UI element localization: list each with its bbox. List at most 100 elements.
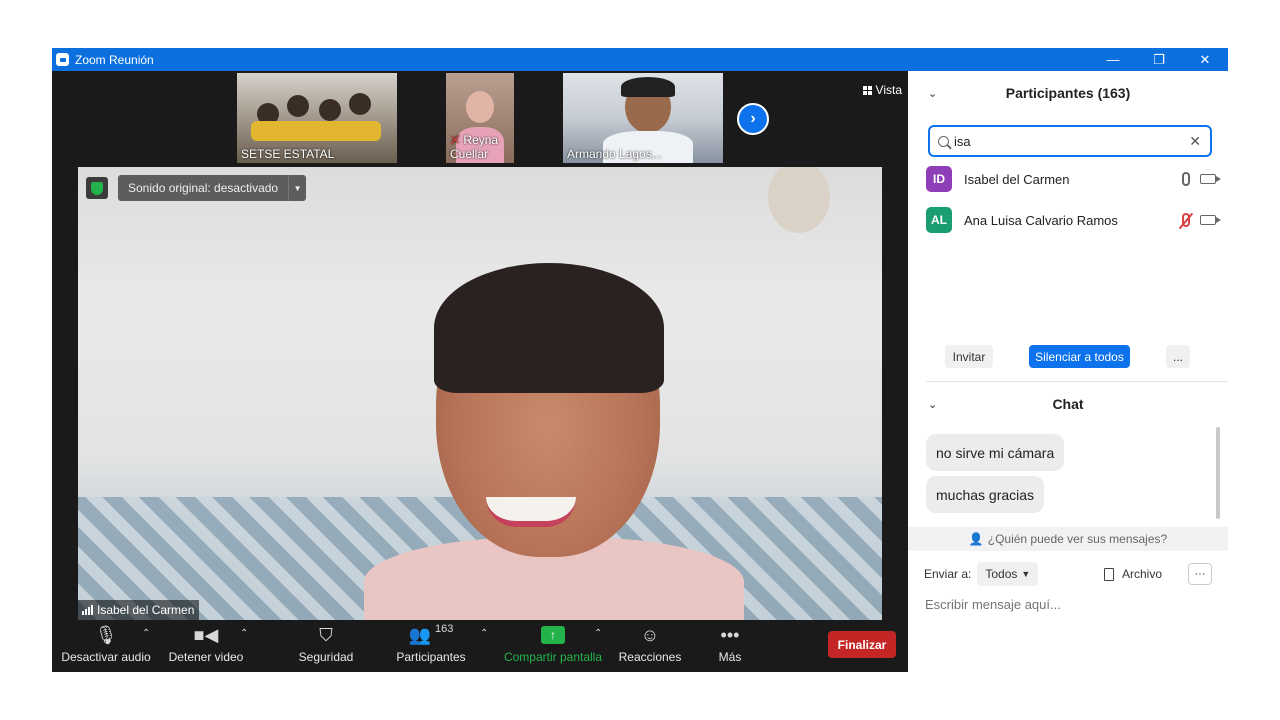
clear-search-icon[interactable]: ✕ — [1189, 133, 1201, 150]
chat-more-button[interactable]: ··· — [1188, 563, 1212, 585]
thumbnail-video[interactable]: ✕̸ Reyna Cuellar — [446, 73, 514, 163]
participant-search-input[interactable]: isa ✕ — [928, 125, 1212, 157]
next-page-button[interactable]: › — [737, 103, 769, 135]
share-options-caret[interactable]: ⌃ — [594, 628, 602, 639]
security-button[interactable]: ⛉ Seguridad — [296, 620, 356, 672]
recipient-select[interactable]: Todos ▼ — [977, 562, 1039, 586]
participant-row[interactable]: ID Isabel del Carmen — [926, 165, 1221, 193]
stop-video-label: Detener video — [168, 650, 244, 664]
thumbnail-video[interactable]: Armando Lagos... — [563, 73, 723, 163]
chevron-down-icon: ▼ — [1021, 569, 1031, 579]
send-to-label: Enviar a: — [924, 567, 972, 581]
shield-icon: ⛉ — [319, 624, 333, 645]
participant-row[interactable]: AL Ana Luisa Calvario Ramos — [926, 206, 1221, 234]
view-button[interactable]: Vista — [862, 83, 902, 97]
chevron-down-icon[interactable]: ⌄ — [928, 398, 937, 411]
participants-button[interactable]: 👥 163 Participantes — [394, 620, 468, 672]
speaker-name-tag: Isabel del Carmen — [78, 600, 200, 620]
restore-icon[interactable]: ❐ — [1136, 48, 1182, 71]
chat-message: muchas gracias — [926, 476, 1045, 513]
more-label: Más — [718, 650, 742, 664]
share-screen-icon: ↑ — [541, 626, 565, 644]
participants-title: Participantes (163) — [1005, 85, 1131, 101]
chevron-right-icon: › — [750, 110, 756, 127]
emoji-plus-icon: ☺ — [640, 624, 660, 645]
chevron-down-icon[interactable]: ▼ — [288, 175, 306, 201]
share-screen-button[interactable]: ↑ Compartir pantalla — [502, 620, 604, 672]
stop-video-button[interactable]: ■◀ Detener video — [168, 620, 244, 672]
thumbnail-name: Armando Lagos... — [567, 147, 662, 161]
reactions-label: Reacciones — [618, 650, 682, 664]
end-meeting-button[interactable]: Finalizar — [828, 631, 896, 658]
video-camera-icon: ■◀ — [193, 624, 219, 645]
speaker-name: Isabel del Carmen — [97, 603, 195, 617]
chat-message: no sirve mi cámara — [926, 434, 1065, 471]
mic-muted-icon: ✕̸ — [450, 133, 461, 147]
file-label: Archivo — [1122, 567, 1163, 581]
wall-decoration — [768, 167, 830, 233]
more-options-button[interactable]: ... — [1166, 345, 1190, 368]
more-button[interactable]: ••• Más — [712, 620, 748, 672]
file-button[interactable]: Archivo — [1104, 567, 1162, 581]
minimize-icon[interactable]: — — [1090, 48, 1136, 71]
send-to-row: Enviar a: Todos ▼ Archivo ··· — [924, 561, 1214, 587]
meeting-toolbar: 🎙 Desactivar audio ⌃ ■◀ Detener video ⌃ … — [52, 620, 908, 672]
participants-count: 163 — [435, 623, 454, 635]
search-value: isa — [954, 133, 971, 149]
encryption-icon[interactable] — [86, 177, 108, 199]
chat-message-input[interactable] — [925, 594, 1205, 614]
video-camera-icon[interactable] — [1200, 174, 1221, 184]
divider — [926, 381, 1228, 382]
thumbnail-strip: SETSE ESTATAL ✕̸ Reyna Cuellar Armando L… — [52, 73, 908, 163]
mute-audio-button[interactable]: 🎙 Desactivar audio — [61, 620, 151, 672]
recipient-value: Todos — [985, 567, 1018, 581]
video-camera-icon[interactable] — [1200, 215, 1221, 225]
thumbnail-name: SETSE ESTATAL — [241, 147, 335, 161]
document-icon — [1104, 567, 1114, 581]
share-screen-label: Compartir pantalla — [503, 650, 603, 664]
reactions-button[interactable]: ☺ Reacciones — [618, 620, 682, 672]
participant-name: Isabel del Carmen — [964, 171, 1070, 187]
participants-header: ⌄ Participantes (163) — [908, 71, 1228, 115]
avatar: AL — [926, 207, 952, 233]
microphone-icon: 🎙 — [94, 624, 118, 645]
chat-header: ⌄ Chat — [908, 387, 1228, 421]
original-sound-toggle[interactable]: Sonido original: desactivado ▼ — [118, 175, 307, 201]
view-label: Vista — [875, 83, 902, 97]
chevron-down-icon[interactable]: ⌄ — [928, 87, 937, 100]
participant-name: Ana Luisa Calvario Ramos — [964, 212, 1118, 228]
title-bar: Zoom Reunión — ❐ ✕ — [52, 48, 1228, 71]
meeting-area: SETSE ESTATAL ✕̸ Reyna Cuellar Armando L… — [52, 71, 908, 672]
invite-button[interactable]: Invitar — [945, 345, 993, 368]
thumbnail-video[interactable]: SETSE ESTATAL — [237, 73, 397, 163]
security-label: Seguridad — [298, 650, 354, 664]
mute-audio-label: Desactivar audio — [61, 650, 151, 664]
grid-icon — [862, 85, 872, 95]
close-icon[interactable]: ✕ — [1182, 48, 1228, 71]
person-lock-icon: 👤 — [968, 532, 984, 546]
zoom-app-icon — [56, 53, 69, 66]
speaker-hair — [434, 263, 664, 393]
participants-options-caret[interactable]: ⌃ — [480, 628, 488, 639]
zoom-window: Zoom Reunión — ❐ ✕ SETSE ESTATAL ✕̸ Reyn… — [52, 48, 1228, 672]
chat-title: Chat — [1052, 396, 1084, 412]
participants-icon: 👥 — [408, 624, 432, 645]
active-speaker-video: Sonido original: desactivado ▼ Isabel de… — [78, 167, 882, 620]
visibility-note: ¿Quién puede ver sus mensajes? — [987, 532, 1168, 546]
video-options-caret[interactable]: ⌃ — [240, 628, 248, 639]
more-dots-icon: ••• — [720, 624, 740, 645]
signal-strength-icon — [82, 605, 93, 615]
avatar: ID — [926, 166, 952, 192]
mute-all-button[interactable]: Silenciar a todos — [1029, 345, 1130, 368]
microphone-icon[interactable] — [1182, 172, 1190, 186]
audio-options-caret[interactable]: ⌃ — [142, 628, 150, 639]
message-visibility-link[interactable]: 👤 ¿Quién puede ver sus mensajes? — [908, 527, 1228, 551]
participants-label: Participantes — [396, 650, 466, 664]
microphone-muted-icon[interactable] — [1182, 213, 1190, 227]
chat-scrollbar[interactable] — [1216, 427, 1220, 519]
side-panel: ⌄ Participantes (163) isa ✕ ID Isabel de… — [908, 71, 1228, 672]
window-controls: — ❐ ✕ — [1090, 48, 1228, 71]
search-icon — [938, 135, 949, 147]
original-sound-label: Sonido original: desactivado — [128, 181, 279, 195]
window-title: Zoom Reunión — [75, 52, 154, 67]
